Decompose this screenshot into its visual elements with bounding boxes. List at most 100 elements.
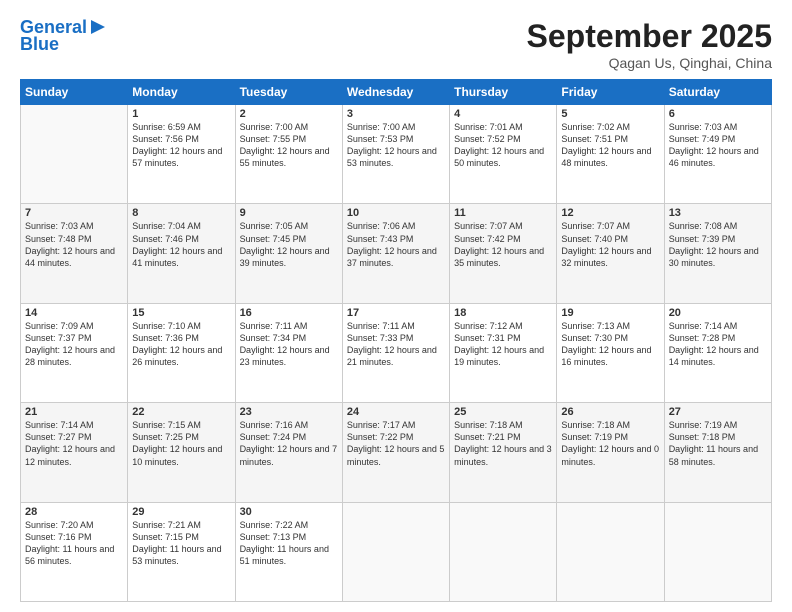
table-row (342, 502, 449, 601)
table-row: 10Sunrise: 7:06 AM Sunset: 7:43 PM Dayli… (342, 204, 449, 303)
day-number: 4 (454, 108, 552, 120)
calendar-week-row: 28Sunrise: 7:20 AM Sunset: 7:16 PM Dayli… (21, 502, 772, 601)
month-title: September 2025 (527, 18, 772, 55)
day-number: 7 (25, 207, 123, 219)
table-row: 30Sunrise: 7:22 AM Sunset: 7:13 PM Dayli… (235, 502, 342, 601)
calendar-table: Sunday Monday Tuesday Wednesday Thursday… (20, 79, 772, 602)
table-row: 14Sunrise: 7:09 AM Sunset: 7:37 PM Dayli… (21, 303, 128, 402)
table-row (557, 502, 664, 601)
table-row: 15Sunrise: 7:10 AM Sunset: 7:36 PM Dayli… (128, 303, 235, 402)
calendar-week-row: 1Sunrise: 6:59 AM Sunset: 7:56 PM Daylig… (21, 105, 772, 204)
day-number: 11 (454, 207, 552, 219)
day-info: Sunrise: 7:17 AM Sunset: 7:22 PM Dayligh… (347, 419, 445, 468)
day-number: 1 (132, 108, 230, 120)
day-info: Sunrise: 7:03 AM Sunset: 7:48 PM Dayligh… (25, 220, 123, 269)
day-number: 26 (561, 406, 659, 418)
day-number: 16 (240, 307, 338, 319)
day-number: 5 (561, 108, 659, 120)
logo: General Blue (20, 18, 107, 55)
day-info: Sunrise: 7:04 AM Sunset: 7:46 PM Dayligh… (132, 220, 230, 269)
day-number: 3 (347, 108, 445, 120)
day-number: 17 (347, 307, 445, 319)
day-number: 27 (669, 406, 767, 418)
table-row: 2Sunrise: 7:00 AM Sunset: 7:55 PM Daylig… (235, 105, 342, 204)
page: General Blue September 2025 Qagan Us, Qi… (0, 0, 792, 612)
table-row (21, 105, 128, 204)
day-number: 19 (561, 307, 659, 319)
table-row (450, 502, 557, 601)
table-row: 22Sunrise: 7:15 AM Sunset: 7:25 PM Dayli… (128, 403, 235, 502)
col-friday: Friday (557, 80, 664, 105)
col-wednesday: Wednesday (342, 80, 449, 105)
table-row: 28Sunrise: 7:20 AM Sunset: 7:16 PM Dayli… (21, 502, 128, 601)
table-row: 26Sunrise: 7:18 AM Sunset: 7:19 PM Dayli… (557, 403, 664, 502)
calendar-header-row: Sunday Monday Tuesday Wednesday Thursday… (21, 80, 772, 105)
day-info: Sunrise: 7:11 AM Sunset: 7:34 PM Dayligh… (240, 320, 338, 369)
table-row: 23Sunrise: 7:16 AM Sunset: 7:24 PM Dayli… (235, 403, 342, 502)
day-number: 15 (132, 307, 230, 319)
col-thursday: Thursday (450, 80, 557, 105)
table-row: 6Sunrise: 7:03 AM Sunset: 7:49 PM Daylig… (664, 105, 771, 204)
title-block: September 2025 Qagan Us, Qinghai, China (527, 18, 772, 71)
day-info: Sunrise: 7:18 AM Sunset: 7:21 PM Dayligh… (454, 419, 552, 468)
table-row: 5Sunrise: 7:02 AM Sunset: 7:51 PM Daylig… (557, 105, 664, 204)
calendar-week-row: 21Sunrise: 7:14 AM Sunset: 7:27 PM Dayli… (21, 403, 772, 502)
table-row: 1Sunrise: 6:59 AM Sunset: 7:56 PM Daylig… (128, 105, 235, 204)
day-number: 2 (240, 108, 338, 120)
day-info: Sunrise: 7:05 AM Sunset: 7:45 PM Dayligh… (240, 220, 338, 269)
table-row: 24Sunrise: 7:17 AM Sunset: 7:22 PM Dayli… (342, 403, 449, 502)
table-row: 19Sunrise: 7:13 AM Sunset: 7:30 PM Dayli… (557, 303, 664, 402)
col-tuesday: Tuesday (235, 80, 342, 105)
day-info: Sunrise: 7:14 AM Sunset: 7:27 PM Dayligh… (25, 419, 123, 468)
day-number: 6 (669, 108, 767, 120)
day-number: 25 (454, 406, 552, 418)
day-number: 12 (561, 207, 659, 219)
day-info: Sunrise: 7:15 AM Sunset: 7:25 PM Dayligh… (132, 419, 230, 468)
col-sunday: Sunday (21, 80, 128, 105)
table-row (664, 502, 771, 601)
table-row: 13Sunrise: 7:08 AM Sunset: 7:39 PM Dayli… (664, 204, 771, 303)
table-row: 16Sunrise: 7:11 AM Sunset: 7:34 PM Dayli… (235, 303, 342, 402)
table-row: 25Sunrise: 7:18 AM Sunset: 7:21 PM Dayli… (450, 403, 557, 502)
calendar-week-row: 14Sunrise: 7:09 AM Sunset: 7:37 PM Dayli… (21, 303, 772, 402)
day-info: Sunrise: 7:06 AM Sunset: 7:43 PM Dayligh… (347, 220, 445, 269)
table-row: 3Sunrise: 7:00 AM Sunset: 7:53 PM Daylig… (342, 105, 449, 204)
table-row: 20Sunrise: 7:14 AM Sunset: 7:28 PM Dayli… (664, 303, 771, 402)
day-info: Sunrise: 7:09 AM Sunset: 7:37 PM Dayligh… (25, 320, 123, 369)
day-info: Sunrise: 7:19 AM Sunset: 7:18 PM Dayligh… (669, 419, 767, 468)
logo-arrow-icon (89, 18, 107, 36)
day-number: 14 (25, 307, 123, 319)
day-info: Sunrise: 7:18 AM Sunset: 7:19 PM Dayligh… (561, 419, 659, 468)
table-row: 27Sunrise: 7:19 AM Sunset: 7:18 PM Dayli… (664, 403, 771, 502)
table-row: 12Sunrise: 7:07 AM Sunset: 7:40 PM Dayli… (557, 204, 664, 303)
day-number: 28 (25, 506, 123, 518)
day-info: Sunrise: 7:11 AM Sunset: 7:33 PM Dayligh… (347, 320, 445, 369)
day-info: Sunrise: 6:59 AM Sunset: 7:56 PM Dayligh… (132, 121, 230, 170)
page-header: General Blue September 2025 Qagan Us, Qi… (20, 18, 772, 71)
day-info: Sunrise: 7:20 AM Sunset: 7:16 PM Dayligh… (25, 519, 123, 568)
table-row: 17Sunrise: 7:11 AM Sunset: 7:33 PM Dayli… (342, 303, 449, 402)
day-info: Sunrise: 7:13 AM Sunset: 7:30 PM Dayligh… (561, 320, 659, 369)
day-info: Sunrise: 7:16 AM Sunset: 7:24 PM Dayligh… (240, 419, 338, 468)
day-info: Sunrise: 7:03 AM Sunset: 7:49 PM Dayligh… (669, 121, 767, 170)
table-row: 4Sunrise: 7:01 AM Sunset: 7:52 PM Daylig… (450, 105, 557, 204)
day-info: Sunrise: 7:14 AM Sunset: 7:28 PM Dayligh… (669, 320, 767, 369)
day-info: Sunrise: 7:08 AM Sunset: 7:39 PM Dayligh… (669, 220, 767, 269)
day-info: Sunrise: 7:07 AM Sunset: 7:40 PM Dayligh… (561, 220, 659, 269)
table-row: 7Sunrise: 7:03 AM Sunset: 7:48 PM Daylig… (21, 204, 128, 303)
day-number: 9 (240, 207, 338, 219)
table-row: 18Sunrise: 7:12 AM Sunset: 7:31 PM Dayli… (450, 303, 557, 402)
logo-text-line2: Blue (20, 35, 59, 55)
day-number: 29 (132, 506, 230, 518)
day-info: Sunrise: 7:21 AM Sunset: 7:15 PM Dayligh… (132, 519, 230, 568)
day-number: 8 (132, 207, 230, 219)
day-info: Sunrise: 7:00 AM Sunset: 7:53 PM Dayligh… (347, 121, 445, 170)
table-row: 21Sunrise: 7:14 AM Sunset: 7:27 PM Dayli… (21, 403, 128, 502)
day-info: Sunrise: 7:10 AM Sunset: 7:36 PM Dayligh… (132, 320, 230, 369)
day-number: 13 (669, 207, 767, 219)
col-monday: Monday (128, 80, 235, 105)
day-number: 30 (240, 506, 338, 518)
day-info: Sunrise: 7:22 AM Sunset: 7:13 PM Dayligh… (240, 519, 338, 568)
day-info: Sunrise: 7:02 AM Sunset: 7:51 PM Dayligh… (561, 121, 659, 170)
table-row: 8Sunrise: 7:04 AM Sunset: 7:46 PM Daylig… (128, 204, 235, 303)
